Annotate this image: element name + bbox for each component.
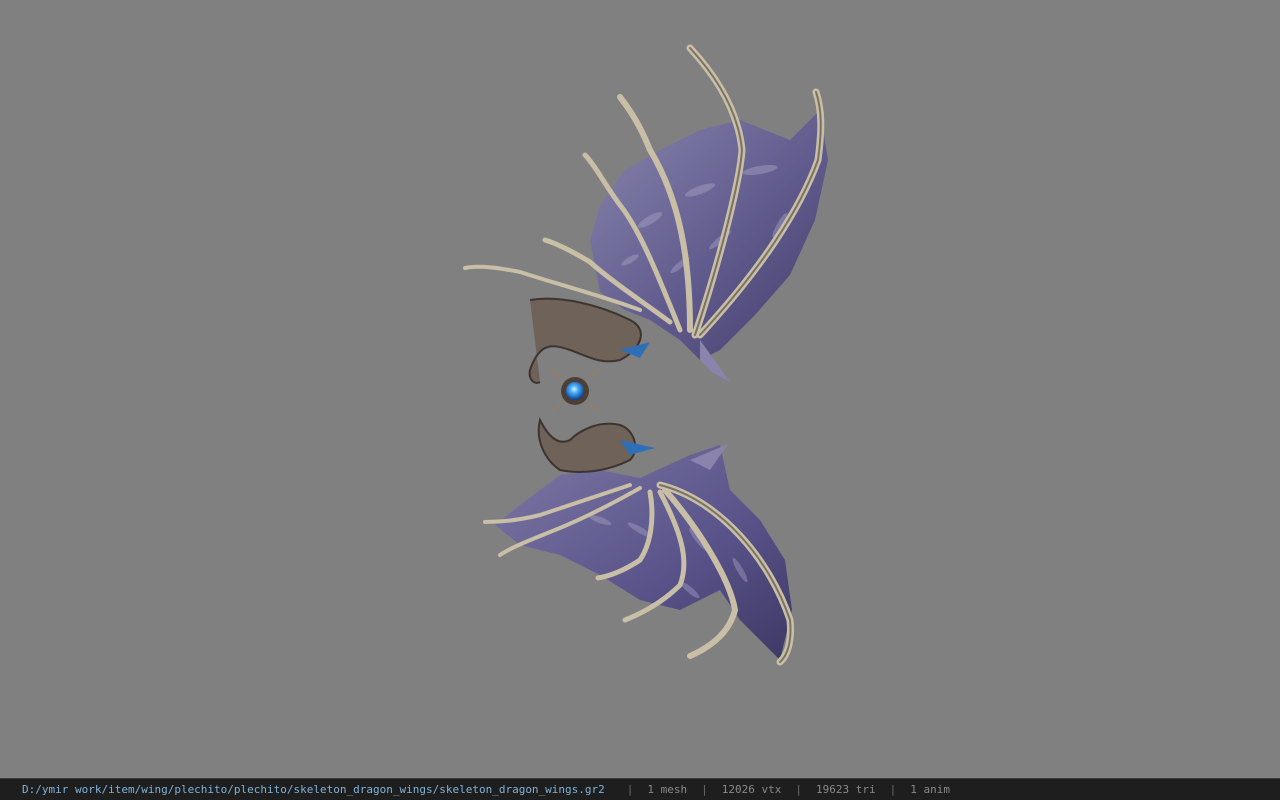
- status-separator: |: [626, 783, 634, 796]
- anim-count: 1 anim: [910, 783, 951, 796]
- 3d-viewport[interactable]: [0, 0, 1280, 778]
- center-orb: [550, 368, 600, 414]
- status-separator: |: [889, 783, 897, 796]
- skeleton-dragon-wings-model[interactable]: [0, 0, 1280, 778]
- vertex-count: 12026 vtx: [721, 783, 782, 796]
- mesh-count: 1 mesh: [647, 783, 688, 796]
- status-separator: |: [701, 783, 708, 796]
- triangle-count: 19623 tri: [816, 783, 876, 796]
- lower-wing: [483, 417, 794, 666]
- upper-wing: [463, 44, 828, 384]
- status-bar: D:/ymir work/item/wing/plechito/plechito…: [0, 778, 1280, 800]
- file-path: D:/ymir work/item/wing/plechito/plechito…: [22, 783, 605, 796]
- status-separator: |: [795, 783, 803, 796]
